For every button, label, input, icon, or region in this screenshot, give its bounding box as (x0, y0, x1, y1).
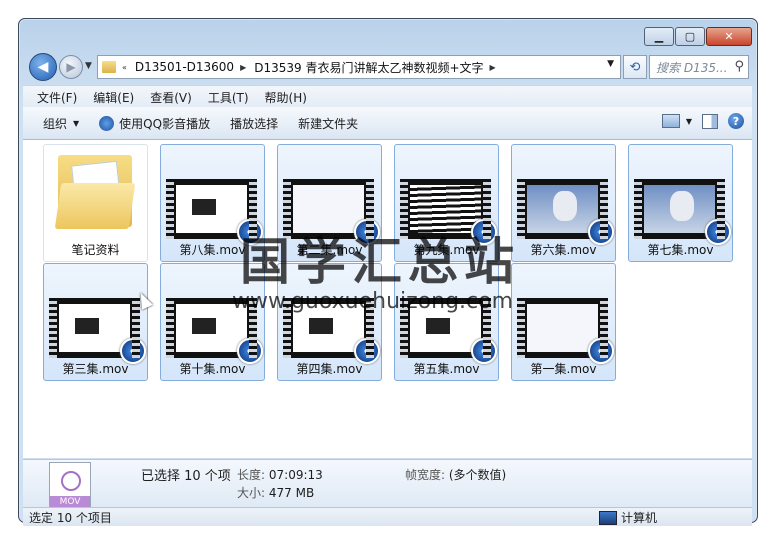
video-thumbnail (166, 179, 263, 245)
file-name: 第一集.mov (530, 362, 597, 376)
help-icon[interactable]: ? (728, 113, 744, 129)
search-input[interactable]: 搜索 D135... ⚲ (649, 55, 749, 79)
video-thumbnail (166, 298, 263, 364)
status-location: 计算机 (599, 509, 657, 526)
mov-file-icon: MOV (49, 462, 91, 510)
frame-width-value: (多个数值) (448, 468, 507, 482)
video-file-item[interactable]: 第二集.mov (277, 144, 382, 262)
new-folder-button[interactable]: 新建文件夹 (298, 115, 358, 132)
video-file-item[interactable]: 第五集.mov (394, 263, 499, 381)
refresh-icon: ⟲ (629, 59, 641, 75)
organize-button[interactable]: 组织 ▼ (43, 115, 79, 132)
chevron-right-icon[interactable]: ▶ (490, 63, 496, 72)
video-thumbnail (400, 298, 497, 364)
size-row: 大小: 477 MB (237, 484, 314, 501)
chevron-left-double-icon[interactable]: « (122, 63, 127, 72)
selection-count: 已选择 10 个项 (141, 469, 231, 484)
length-key: 长度: (237, 468, 266, 482)
chevron-down-icon[interactable]: ▼ (686, 117, 692, 126)
search-icon[interactable]: ⚲ (734, 59, 744, 74)
chevron-down-icon: ▼ (73, 118, 80, 128)
file-name: 第五集.mov (413, 362, 480, 376)
arrow-left-icon: ◀ (37, 59, 49, 75)
video-file-item[interactable]: 第四集.mov (277, 263, 382, 381)
change-view-icon[interactable] (661, 114, 680, 128)
frame-width-row: 帧宽度: (多个数值) (405, 466, 506, 483)
minimize-button[interactable]: ▁ (644, 27, 674, 46)
folder-icon (102, 61, 116, 73)
menu-file[interactable]: 文件(F) (37, 89, 77, 106)
video-file-item[interactable]: 第八集.mov (160, 144, 265, 262)
video-thumbnail (283, 179, 380, 245)
video-thumbnail (634, 179, 731, 245)
details-pane: MOV 已选择 10 个项 长度: 07:09:13 大小: 477 MB 帧宽… (23, 459, 752, 510)
size-value: 477 MB (268, 486, 315, 500)
file-list: 笔记资料 第八集.mov 第二集.mov 第九集.mov 第六集.mov 第七集… (23, 140, 752, 458)
command-bar: 组织 ▼ 使用QQ影音播放 播放选择 新建文件夹 ▼ ? (23, 107, 752, 140)
close-button[interactable]: ✕ (706, 27, 752, 46)
video-thumbnail (49, 298, 146, 364)
file-name: 第八集.mov (179, 243, 246, 257)
chevron-right-icon[interactable]: ▶ (240, 63, 246, 72)
organize-label: 组织 (43, 116, 68, 131)
play-selection-button[interactable]: 播放选择 (230, 115, 278, 132)
video-thumbnail (517, 179, 614, 245)
folder-item[interactable]: 笔记资料 (43, 144, 148, 262)
play-with-qq-button[interactable]: 使用QQ影音播放 (99, 115, 210, 132)
file-name: 第六集.mov (530, 243, 597, 257)
file-name: 第四集.mov (296, 362, 363, 376)
length-row: 长度: 07:09:13 (237, 466, 323, 483)
menu-bar: 文件(F) 编辑(E) 查看(V) 工具(T) 帮助(H) (23, 85, 752, 108)
video-file-item[interactable]: 第三集.mov (43, 263, 148, 381)
video-thumbnail (517, 298, 614, 364)
menu-edit[interactable]: 编辑(E) (93, 89, 134, 106)
status-location-label: 计算机 (621, 511, 658, 525)
video-file-item[interactable]: 第十集.mov (160, 263, 265, 381)
caption-buttons: ▁ ▢ ✕ (643, 27, 752, 46)
address-bar[interactable]: « D13501-D13600 ▶ D13539 青衣易门讲解太乙神数视频+文字… (97, 55, 621, 79)
preview-pane-icon[interactable] (702, 113, 718, 129)
computer-icon (599, 510, 617, 525)
qq-player-icon (99, 115, 115, 131)
size-key: 大小: (237, 486, 266, 500)
recent-pages-dropdown[interactable]: ▼ (85, 61, 92, 71)
search-placeholder: 搜索 D135... (656, 60, 728, 75)
folder-icon (54, 147, 136, 231)
explorer-window: ▁ ▢ ✕ ◀ ▶ ▼ « D13501-D13600 ▶ D13539 青衣易… (18, 18, 758, 526)
status-selection-text: 选定 10 个项目 (29, 510, 112, 525)
menu-help[interactable]: 帮助(H) (265, 89, 307, 106)
file-name: 第十集.mov (179, 362, 246, 376)
view-controls: ▼ ? (652, 113, 744, 129)
file-name: 第七集.mov (647, 243, 714, 257)
length-value: 07:09:13 (268, 468, 323, 482)
breadcrumb-item[interactable]: D13539 青衣易门讲解太乙神数视频+文字 (254, 59, 483, 76)
video-file-item[interactable]: 第九集.mov (394, 144, 499, 262)
frame-width-key: 帧宽度: (405, 468, 446, 482)
menu-view[interactable]: 查看(V) (150, 89, 192, 106)
menu-tools[interactable]: 工具(T) (208, 89, 249, 106)
new-folder-label: 新建文件夹 (298, 116, 359, 131)
play-selection-label: 播放选择 (230, 116, 279, 131)
arrow-right-icon: ▶ (66, 60, 76, 74)
breadcrumb-item[interactable]: D13501-D13600 (135, 60, 234, 74)
file-name: 笔记资料 (71, 243, 120, 257)
file-name: 第三集.mov (62, 362, 129, 376)
play-with-qq-label: 使用QQ影音播放 (119, 116, 211, 131)
video-file-item[interactable]: 第六集.mov (511, 144, 616, 262)
status-bar: 选定 10 个项目 计算机 (23, 507, 752, 526)
back-button[interactable]: ◀ (29, 53, 57, 81)
refresh-button[interactable]: ⟲ (623, 55, 647, 79)
file-name: 第九集.mov (413, 243, 480, 257)
video-thumbnail (283, 298, 380, 364)
address-dropdown-icon[interactable]: ▼ (607, 59, 614, 69)
file-name: 第二集.mov (296, 243, 363, 257)
video-file-item[interactable]: 第一集.mov (511, 263, 616, 381)
navigation-row: ◀ ▶ ▼ « D13501-D13600 ▶ D13539 青衣易门讲解太乙神… (27, 53, 749, 83)
maximize-button[interactable]: ▢ (675, 27, 705, 46)
video-file-item[interactable]: 第七集.mov (628, 144, 733, 262)
forward-button[interactable]: ▶ (59, 55, 83, 79)
video-thumbnail (400, 179, 497, 245)
